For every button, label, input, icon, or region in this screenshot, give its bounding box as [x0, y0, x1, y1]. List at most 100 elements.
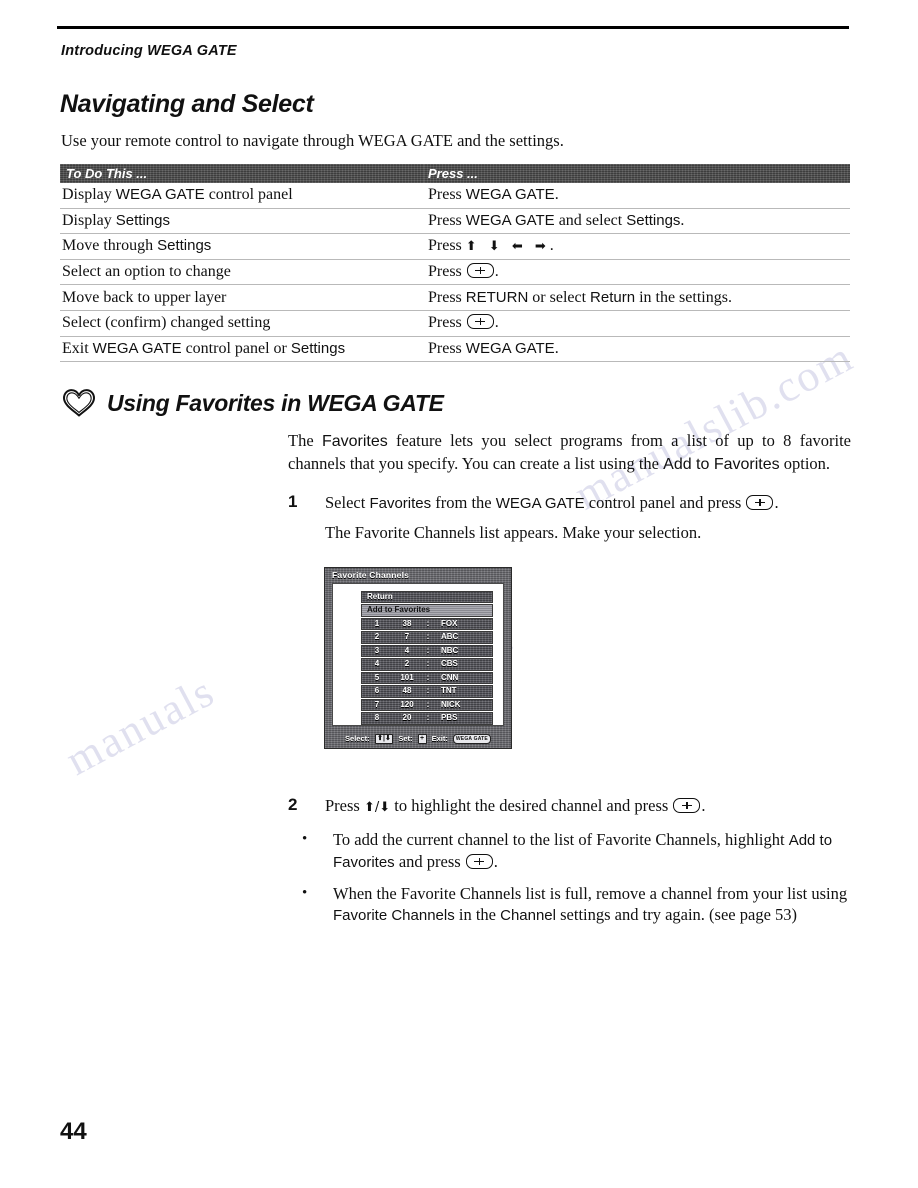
tv-channel-row[interactable]: 4 2: CBS	[361, 658, 493, 671]
channel-separator: :	[426, 645, 430, 655]
channel-slot: 1	[374, 618, 380, 628]
channel-number: 20	[402, 713, 412, 723]
favorites-paragraph: The Favorites feature lets you select pr…	[288, 431, 852, 473]
tv-channel-row[interactable]: 3 4: NBC	[361, 644, 493, 658]
table-cell-action: Exit WEGA GATE control panel or Settings	[60, 336, 424, 363]
tv-menu-item-return[interactable]: Return	[361, 591, 493, 604]
channel-number: 4	[404, 645, 410, 655]
step-number: 1	[288, 492, 298, 512]
direction-arrows-icon: ⬆ ⬇ ⬅ ➡	[465, 239, 550, 255]
channel-slot: 6	[374, 686, 380, 696]
channel-number: 38	[402, 618, 412, 628]
channel-number: 2	[404, 659, 410, 669]
footer-exit-label: Exit:	[431, 734, 448, 743]
channel-slot: 2	[374, 632, 380, 642]
channel-separator: :	[426, 632, 430, 642]
table-cell-action: Move back to upper layer	[60, 284, 424, 311]
document-page: manualslib.com manuals archive Introduci…	[0, 0, 918, 1188]
table-cell-press: Press ⬆ ⬇ ⬅ ➡.	[424, 233, 850, 260]
watermark-text: manuals	[57, 666, 223, 785]
tv-channel-row[interactable]: 6 48: TNT	[361, 685, 493, 698]
bullet-text: To add the current channel to the list o…	[333, 829, 833, 872]
channel-slot: 8	[374, 713, 380, 723]
plus-key-icon: +	[417, 734, 427, 744]
table-cell-press: Press RETURN or select Return in the set…	[424, 284, 850, 311]
plus-button-icon	[465, 854, 493, 870]
table-cell-press: Press WEGA GATE.	[424, 336, 850, 363]
footer-set-label: Set:	[398, 734, 413, 743]
wega-gate-key-icon: WEGA GATE	[452, 734, 491, 744]
table-header-row: To Do This ... Press ...	[60, 164, 850, 183]
channel-slot: 7	[374, 699, 380, 709]
step-1: 1 Select Favorites from the WEGA GATE co…	[288, 492, 851, 543]
table-row: Select an option to change Press .	[60, 259, 850, 286]
channel-separator: :	[426, 686, 430, 696]
table-row: Display WEGA GATE control panel Press WE…	[60, 183, 850, 209]
step-text: Select Favorites from the WEGA GATE cont…	[325, 492, 851, 543]
section-heading-label: Using Favorites in WEGA GATE	[107, 389, 444, 416]
navigation-table: To Do This ... Press ... Display WEGA GA…	[60, 164, 850, 363]
table-cell-press: Press WEGA GATE and select Settings.	[424, 208, 850, 235]
table-cell-action: Display Settings	[60, 208, 424, 235]
step-text: Press ⬆/⬇ to highlight the desired chann…	[325, 796, 706, 815]
table-row: Exit WEGA GATE control panel or Settings…	[60, 336, 850, 363]
table-row: Display Settings Press WEGA GATE and sel…	[60, 208, 850, 235]
tv-channel-row[interactable]: 1 38: FOX	[361, 617, 493, 631]
table-cell-press: Press WEGA GATE.	[424, 183, 850, 209]
table-cell-press: Press .	[424, 310, 850, 337]
channel-name: CBS	[441, 659, 458, 669]
page-number: 44	[60, 1118, 87, 1145]
intro-paragraph: Use your remote control to navigate thro…	[61, 131, 564, 150]
channel-name: NBC	[441, 645, 459, 655]
table-cell-action: Display WEGA GATE control panel	[60, 183, 424, 209]
tv-channel-row[interactable]: 7 120: NICK	[361, 698, 493, 712]
bullet-dot-icon: •	[302, 884, 308, 901]
bullet-text: When the Favorite Channels list is full,…	[333, 883, 848, 925]
channel-name: NICK	[441, 699, 461, 709]
tv-channel-row[interactable]: 8 20: PBS	[361, 712, 493, 725]
table-header-do: To Do This ...	[60, 164, 424, 183]
updown-arrows-icon: ⬆/⬇	[363, 800, 391, 815]
favorites-body-lower: 2 Press ⬆/⬇ to highlight the desired cha…	[288, 795, 851, 927]
section-heading-favorites: Using Favorites in WEGA GATE	[60, 388, 444, 418]
channel-name: FOX	[441, 618, 458, 628]
tv-channel-row[interactable]: 5 101: CNN	[361, 671, 493, 685]
updown-key-icon: ⬆|⬇	[374, 734, 394, 744]
tv-screen-title: Favorite Channels	[332, 570, 410, 580]
channel-name: TNT	[441, 686, 457, 696]
table-cell-press: Press .	[424, 259, 850, 286]
table-row: Select (confirm) changed setting Press .	[60, 310, 850, 337]
channel-number: 101	[400, 672, 414, 682]
channel-number: 7	[404, 632, 410, 642]
plus-button-icon	[466, 314, 494, 330]
channel-slot: 4	[374, 659, 380, 669]
channel-separator: :	[426, 659, 430, 669]
table-header-press: Press ...	[424, 164, 850, 183]
list-item: • When the Favorite Channels list is ful…	[288, 883, 851, 927]
favorites-body: The Favorites feature lets you select pr…	[288, 430, 851, 543]
table-cell-action: Select an option to change	[60, 259, 424, 286]
tv-menu-panel: Return Add to Favorites 1 38: FOX 2 7: ABC 3…	[332, 583, 504, 726]
plus-button-icon	[466, 263, 494, 279]
tv-menu-item-add-to-favorites[interactable]: Add to Favorites	[361, 604, 493, 617]
step-detail: The Favorite Channels list appears. Make…	[325, 522, 702, 542]
header-rule	[57, 26, 849, 29]
bullet-dot-icon: •	[302, 830, 308, 847]
channel-separator: :	[426, 672, 430, 682]
channel-separator: :	[426, 618, 430, 628]
tv-channel-row[interactable]: 2 7: ABC	[361, 631, 493, 644]
list-item: • To add the current channel to the list…	[288, 829, 851, 874]
page-title: Navigating and Select	[60, 90, 314, 118]
plus-button-icon	[673, 798, 701, 813]
tv-screen-footer: Select: ⬆|⬇ Set: + Exit: WEGA GATE	[332, 733, 504, 745]
channel-slot: 3	[374, 645, 380, 655]
channel-separator: :	[426, 713, 430, 723]
heart-outline-icon	[63, 389, 95, 417]
channel-name: ABC	[441, 632, 459, 642]
running-head: Introducing WEGA GATE	[61, 43, 237, 59]
channel-slot: 5	[374, 672, 380, 682]
tv-screen-mockup: Favorite Channels Return Add to Favorite…	[324, 567, 512, 749]
table-row: Move through Settings Press ⬆ ⬇ ⬅ ➡.	[60, 233, 850, 260]
channel-number: 48	[402, 686, 412, 696]
channel-separator: :	[426, 699, 430, 709]
